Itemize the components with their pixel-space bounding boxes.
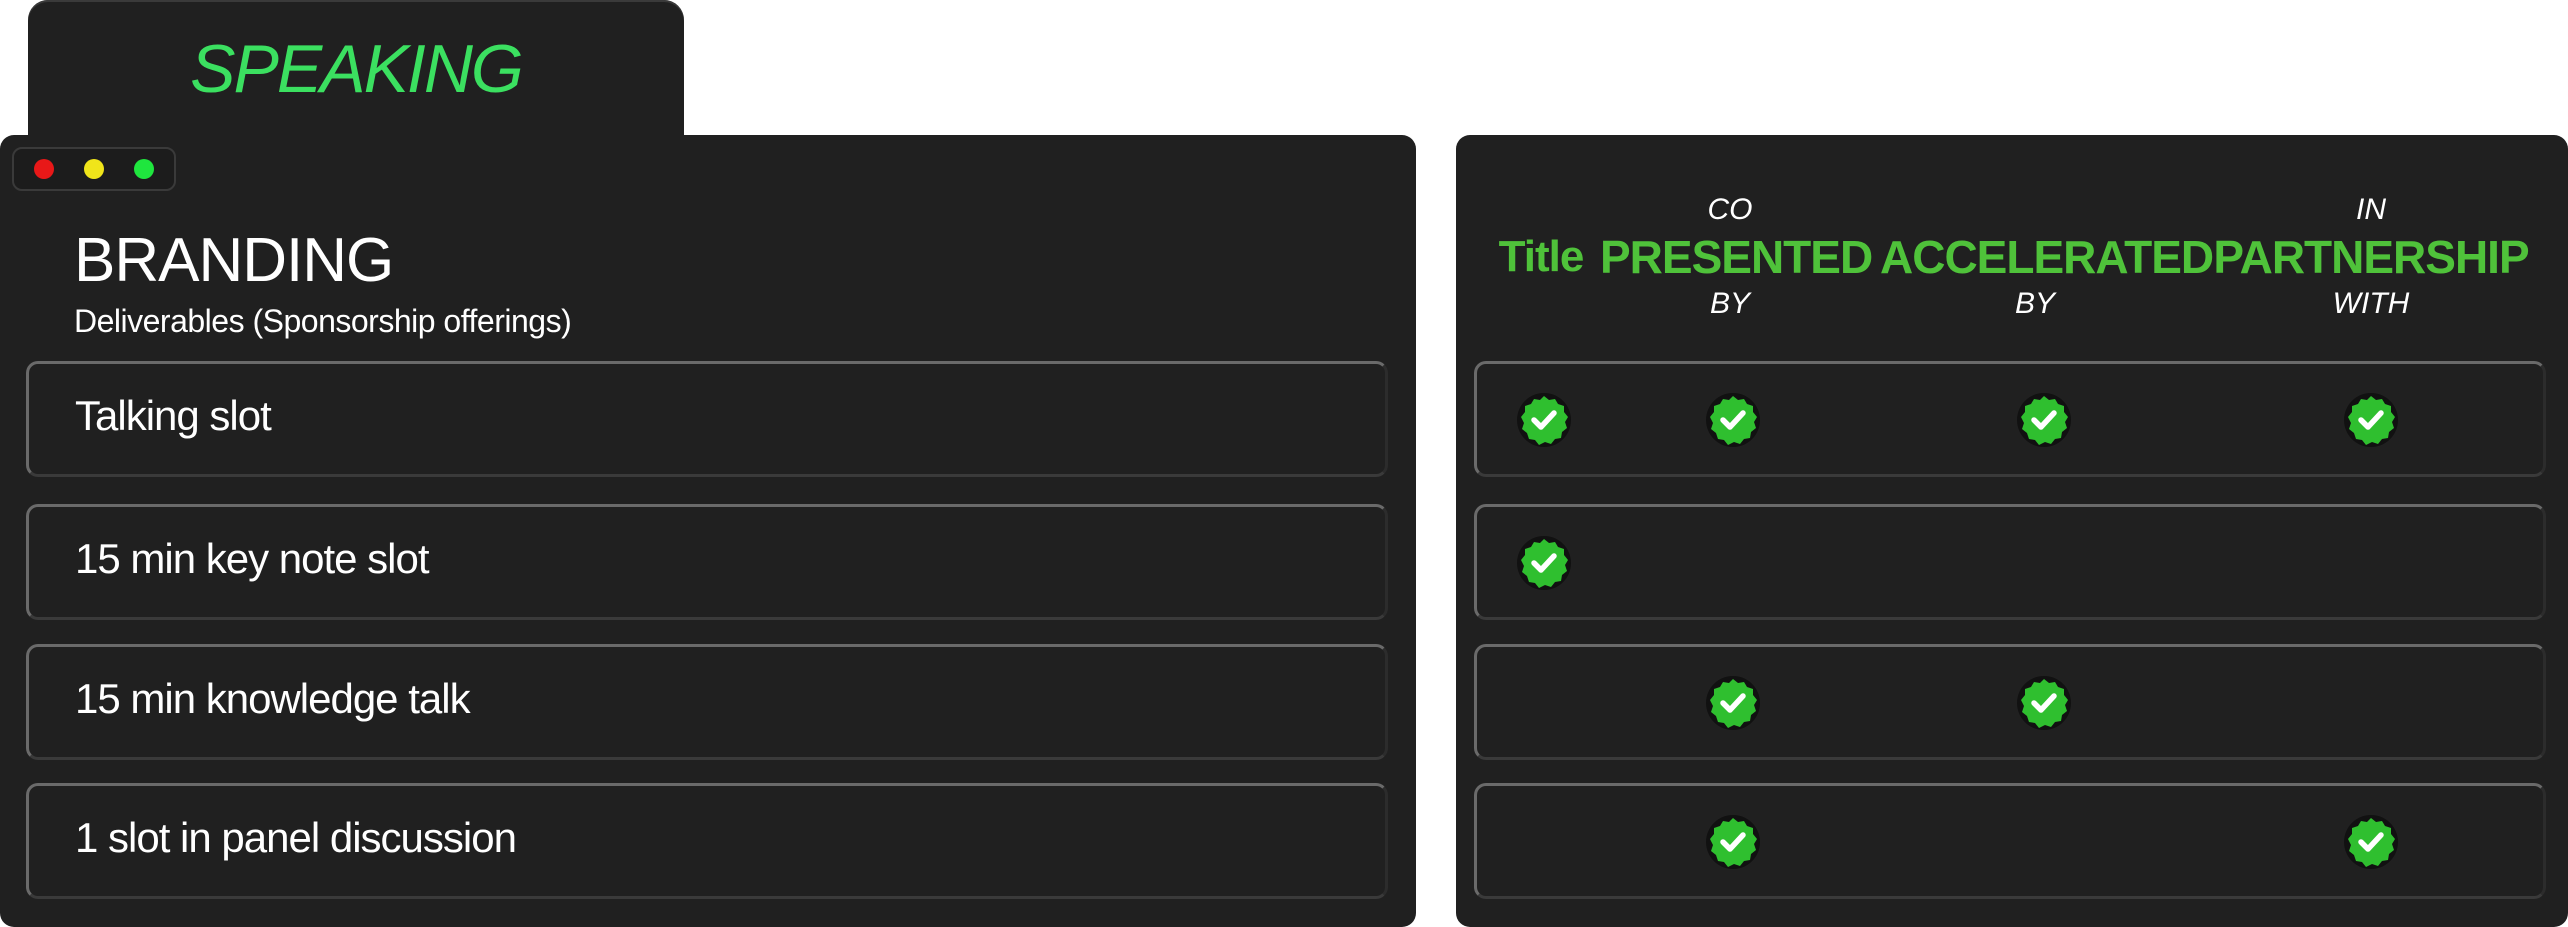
deliverables-panel: BRANDING Deliverables (Sponsorship offer…	[0, 135, 1416, 927]
maximize-dot-icon[interactable]	[134, 159, 154, 179]
deliverable-row: Talking slot	[26, 361, 1388, 477]
tier-header-main: PRESENTED	[1600, 231, 1873, 283]
deliverable-row: 15 min knowledge talk	[26, 644, 1388, 760]
deliverable-row: 15 min key note slot	[26, 504, 1388, 620]
window-controls	[12, 147, 176, 191]
tier-header-main: ACCELERATED	[1880, 231, 2214, 283]
tier-header-top	[1880, 191, 2190, 229]
check-badge-icon	[2343, 392, 2399, 448]
section-title: BRANDING	[74, 226, 394, 295]
close-dot-icon[interactable]	[34, 159, 54, 179]
sponsorship-sheet: SPEAKING BRANDING Deliverables (Sponsors…	[0, 0, 2568, 927]
deliverable-label: Talking slot	[75, 392, 272, 439]
tier-row	[1474, 644, 2546, 760]
deliverable-label: 15 min knowledge talk	[75, 675, 471, 722]
check-badge-icon	[1516, 392, 1572, 448]
section-subtitle: Deliverables (Sponsorship offerings)	[74, 303, 572, 339]
tier-header-main: PARTNERSHIP	[2213, 231, 2529, 283]
speaking-tab[interactable]: SPEAKING	[28, 0, 684, 150]
check-badge-icon	[2343, 814, 2399, 870]
deliverable-row: 1 slot in panel discussion	[26, 783, 1388, 899]
deliverable-label: 1 slot in panel discussion	[75, 814, 517, 861]
tier-header-bottom: WITH	[2332, 287, 2410, 320]
tier-header-bottom: BY	[1709, 287, 1751, 320]
check-badge-icon	[1705, 814, 1761, 870]
tier-header-partnership: IN PARTNERSHIP WITH	[2212, 191, 2530, 323]
tier-header-co-presented: CO PRESENTED BY	[1600, 191, 1873, 323]
tier-row	[1474, 504, 2546, 620]
tab-title: SPEAKING	[190, 31, 524, 107]
check-badge-icon	[2016, 675, 2072, 731]
check-badge-icon	[2016, 392, 2072, 448]
check-badge-icon	[1705, 392, 1761, 448]
tier-header-bottom: BY	[2014, 287, 2056, 320]
tier-header-top: CO	[1707, 193, 1753, 226]
tier-header-top: IN	[2356, 193, 2386, 226]
tier-row	[1474, 361, 2546, 477]
minimize-dot-icon[interactable]	[84, 159, 104, 179]
tiers-panel: Title CO PRESENTED BY ACCELERATED BY IN …	[1456, 135, 2568, 927]
tier-header-accelerated: ACCELERATED BY	[1880, 191, 2214, 323]
check-badge-icon	[1516, 535, 1572, 591]
tier-row	[1474, 783, 2546, 899]
deliverable-label: 15 min key note slot	[75, 535, 430, 582]
check-badge-icon	[1705, 675, 1761, 731]
